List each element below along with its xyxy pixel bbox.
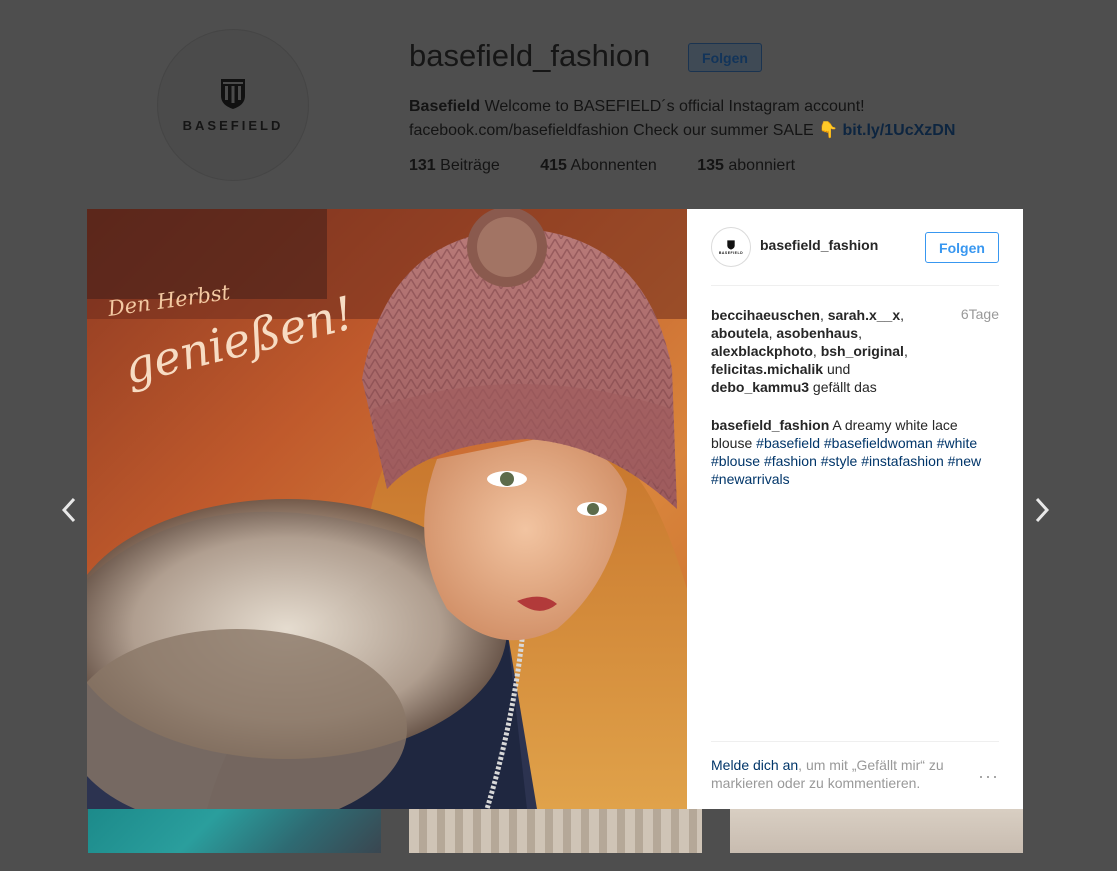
post-side-panel: BASEFIELD basefield_fashion Folgen becci… — [687, 209, 1023, 809]
post-time: 6Tage — [960, 306, 999, 322]
profile-avatar[interactable]: BASEFIELD — [157, 29, 309, 181]
hashtag-link[interactable]: #fashion — [764, 453, 817, 469]
profile-username: basefield_fashion — [409, 38, 651, 73]
chevron-left-icon[interactable] — [59, 496, 79, 524]
like-username[interactable]: beccihaeuschen — [711, 307, 820, 323]
followers-count: 415 — [540, 157, 567, 174]
posts-count: 131 — [409, 157, 436, 174]
hashtag-link[interactable]: #style — [821, 453, 858, 469]
avatar-brand-text: BASEFIELD — [718, 250, 744, 255]
hashtag-link[interactable]: #newarrivals — [711, 471, 790, 487]
hashtag-link[interactable]: #basefieldwoman — [824, 435, 933, 451]
hashtag-link[interactable]: #instafashion — [861, 453, 944, 469]
like-username[interactable]: aboutela — [711, 325, 769, 341]
stat-posts: 131 Beiträge — [409, 157, 500, 174]
profile-bio: Basefield Welcome to BASEFIELD´s officia… — [409, 95, 1069, 143]
following-label: abonniert — [723, 157, 796, 174]
avatar-brand-text: BASEFIELD — [182, 117, 284, 133]
likes-summary: beccihaeuschen, sarah.x__x, aboutela, as… — [711, 307, 908, 395]
hashtag-link[interactable]: #blouse — [711, 453, 760, 469]
bio-name: Basefield — [409, 98, 481, 115]
post-image: Den Herbst genießen! — [87, 209, 687, 809]
post-footer: Melde dich an, um mit „Gefällt mir“ zu m… — [711, 741, 999, 791]
like-username[interactable]: asobenhaus — [776, 325, 858, 341]
shield-logo-icon — [221, 78, 245, 109]
chevron-right-icon[interactable] — [1032, 496, 1052, 524]
like-username[interactable]: debo_kammu3 — [711, 379, 809, 395]
hashtag-link[interactable]: #white — [937, 435, 977, 451]
like-username[interactable]: alexblackphoto — [711, 343, 813, 359]
profile-follow-button[interactable]: Folgen — [688, 43, 762, 72]
post-caption: basefield_fashion A dreamy white lace bl… — [711, 416, 1001, 488]
like-username[interactable]: felicitas.michalik — [711, 361, 823, 377]
login-link[interactable]: Melde dich an — [711, 757, 798, 773]
post-header: BASEFIELD basefield_fashion Folgen — [711, 227, 999, 286]
post-photo: Den Herbst genießen! — [87, 209, 687, 809]
caption-username[interactable]: basefield_fashion — [711, 417, 829, 433]
bio-link[interactable]: bit.ly/1UcXzDN — [842, 122, 955, 139]
grid-thumbnail — [409, 808, 702, 853]
like-username[interactable]: sarah.x__x — [828, 307, 900, 323]
login-prompt: Melde dich an, um mit „Gefällt mir“ zu m… — [711, 756, 966, 792]
following-count: 135 — [697, 157, 724, 174]
profile-header: BASEFIELD basefield_fashion Folgen Basef… — [0, 0, 1117, 209]
posts-label: Beiträge — [435, 157, 500, 174]
grid-thumbnail — [88, 808, 381, 853]
hashtag-link[interactable]: #new — [948, 453, 981, 469]
post-username[interactable]: basefield_fashion — [760, 237, 878, 253]
shield-logo-icon — [727, 239, 735, 250]
stat-followers[interactable]: 415 Abonnenten — [540, 157, 657, 174]
post-follow-button[interactable]: Folgen — [925, 232, 999, 263]
grid-thumbnail — [730, 808, 1023, 853]
followers-label: Abonnenten — [566, 157, 657, 174]
profile-stats: 131 Beiträge 415 Abonnenten 135 abonnier… — [409, 157, 831, 175]
post-avatar[interactable]: BASEFIELD — [711, 227, 751, 267]
like-username[interactable]: bsh_original — [821, 343, 904, 359]
hashtag-link[interactable]: #basefield — [756, 435, 820, 451]
stat-following[interactable]: 135 abonniert — [697, 157, 795, 174]
more-dots-icon[interactable]: ··· — [978, 766, 999, 787]
